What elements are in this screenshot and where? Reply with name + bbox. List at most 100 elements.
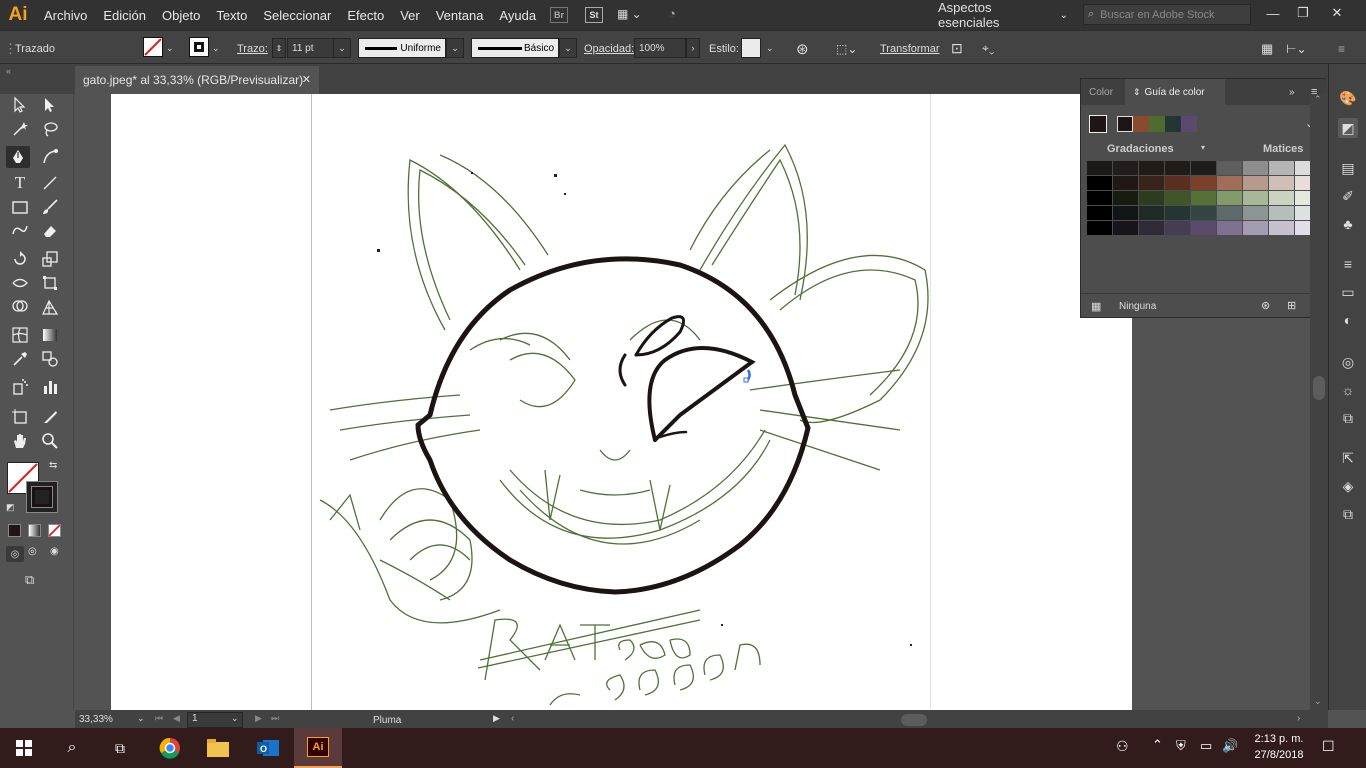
slice-tool-icon[interactable]: [38, 406, 62, 428]
graphic-style-swatch[interactable]: [741, 38, 761, 58]
zoom-level[interactable]: 33,33%: [79, 714, 113, 725]
color-variation-cell[interactable]: [1113, 176, 1138, 190]
gradient-tool-icon[interactable]: [38, 324, 62, 346]
color-variation-cell[interactable]: [1165, 176, 1190, 190]
color-variation-cell[interactable]: [1217, 176, 1242, 190]
color-variation-cell[interactable]: [1139, 176, 1164, 190]
workspace-switcher[interactable]: Aspectos esenciales ⌄: [930, 0, 1068, 30]
color-variations-grid[interactable]: [1087, 161, 1321, 237]
layers-extra-panel-icon[interactable]: ⧉: [1338, 408, 1358, 428]
tab-color[interactable]: Color: [1081, 79, 1125, 105]
color-variation-cell[interactable]: [1113, 161, 1138, 175]
color-variation-cell[interactable]: [1165, 191, 1190, 205]
direct-selection-tool-icon[interactable]: [38, 94, 62, 116]
base-color-swatch[interactable]: [1089, 115, 1107, 133]
color-variation-cell[interactable]: [1269, 176, 1294, 190]
export-panel-icon[interactable]: ⇱: [1338, 448, 1358, 468]
clock[interactable]: 2:13 p. m. 27/8/2018: [1244, 731, 1314, 765]
color-variation-cell[interactable]: [1087, 206, 1112, 220]
arrange-documents-icon[interactable]: ▦ ⌄: [617, 7, 651, 23]
line-segment-tool-icon[interactable]: [38, 172, 62, 194]
scroll-up-icon[interactable]: ⌃: [1314, 94, 1322, 105]
color-variation-cell[interactable]: [1243, 206, 1268, 220]
last-artboard-icon[interactable]: ⏭: [271, 713, 279, 724]
eyedropper-tool-icon[interactable]: [8, 348, 32, 370]
swatches-panel-icon[interactable]: ▤: [1338, 158, 1358, 178]
draw-normal-icon[interactable]: ◎: [6, 546, 24, 562]
symbol-sprayer-tool-icon[interactable]: [8, 376, 32, 398]
scroll-down-icon[interactable]: ⌄: [1314, 696, 1322, 707]
file-explorer-icon[interactable]: [194, 728, 242, 768]
draw-behind-icon[interactable]: ◎: [28, 546, 37, 557]
volume-icon[interactable]: 🔊: [1222, 738, 1238, 754]
opacity-label[interactable]: Opacidad:: [584, 39, 634, 58]
color-variation-cell[interactable]: [1217, 221, 1242, 235]
color-variation-cell[interactable]: [1243, 221, 1268, 235]
recolor-artwork-icon[interactable]: ⊛: [796, 39, 809, 58]
color-variation-cell[interactable]: [1269, 221, 1294, 235]
selection-tool-icon[interactable]: [8, 94, 32, 116]
menu-ver[interactable]: Ver: [392, 8, 428, 23]
stroke-panel-icon[interactable]: ≡: [1338, 254, 1358, 274]
artboards-panel-icon[interactable]: ⧉: [1338, 504, 1358, 524]
isolate-icon[interactable]: ⊡: [951, 39, 963, 58]
brush-definition-select[interactable]: Básico: [471, 38, 559, 58]
layers-panel-icon[interactable]: ◈: [1338, 476, 1358, 496]
artboard[interactable]: [111, 94, 1132, 710]
appearance-panel-icon[interactable]: ◎: [1338, 352, 1358, 372]
harmony-swatch[interactable]: [1117, 116, 1133, 132]
shape-builder-tool-icon[interactable]: [8, 296, 32, 318]
shaper-tool-icon[interactable]: [8, 220, 32, 242]
column-graph-tool-icon[interactable]: [38, 376, 62, 398]
pen-tool-icon[interactable]: [6, 146, 30, 168]
color-variation-cell[interactable]: [1243, 176, 1268, 190]
draw-inside-icon[interactable]: ◉: [50, 546, 59, 557]
color-variation-cell[interactable]: [1165, 221, 1190, 235]
color-variation-cell[interactable]: [1139, 191, 1164, 205]
color-variation-cell[interactable]: [1269, 191, 1294, 205]
bridge-icon[interactable]: Br: [550, 7, 568, 23]
task-view-icon[interactable]: ⧉: [96, 728, 144, 768]
profile-chevron-icon[interactable]: ⌄: [446, 38, 464, 58]
gradations-dropdown-icon[interactable]: ▾: [1201, 143, 1205, 152]
harmony-colors[interactable]: [1117, 116, 1201, 134]
perspective-grid-tool-icon[interactable]: [38, 296, 62, 318]
brush-chevron-icon[interactable]: ⌄: [559, 38, 577, 58]
windows-start-icon[interactable]: [0, 728, 48, 768]
stock-search-input[interactable]: ⌕ Buscar en Adobe Stock: [1083, 4, 1251, 25]
color-variation-cell[interactable]: [1087, 221, 1112, 235]
limit-swatches-icon[interactable]: ▦: [1091, 300, 1101, 313]
vertical-scroll-thumb[interactable]: [1313, 376, 1325, 400]
collapse-panel-icon[interactable]: »: [1281, 79, 1301, 105]
graphic-styles-panel-icon[interactable]: ☼: [1338, 380, 1358, 400]
stroke-weight-chevron-icon[interactable]: ⌄: [333, 38, 351, 58]
color-variation-cell[interactable]: [1139, 206, 1164, 220]
stock-icon[interactable]: St: [585, 7, 603, 23]
show-hidden-icons-chevron-icon[interactable]: ⌃: [1152, 737, 1163, 753]
document-tab[interactable]: gato.jpeg* al 33,33% (RGB/Previsualizar)…: [75, 66, 319, 94]
symbols-panel-icon[interactable]: ♣: [1338, 214, 1358, 234]
none-mode-icon[interactable]: [48, 524, 61, 537]
zoom-chevron-icon[interactable]: ⌄: [137, 713, 145, 724]
save-color-group-icon[interactable]: ⊞: [1287, 299, 1296, 312]
color-variation-cell[interactable]: [1113, 206, 1138, 220]
opacity-input[interactable]: 100%: [634, 38, 686, 58]
puppet-warp-icon[interactable]: ⌖⌄: [982, 39, 994, 58]
color-variation-cell[interactable]: [1139, 221, 1164, 235]
arrange-panel-icon[interactable]: ▦: [1261, 39, 1273, 58]
color-variation-cell[interactable]: [1113, 221, 1138, 235]
network-icon[interactable]: ▭: [1200, 738, 1212, 754]
rotate-tool-icon[interactable]: [8, 248, 32, 270]
color-variation-cell[interactable]: [1191, 161, 1216, 175]
stroke-swatch[interactable]: [189, 37, 209, 57]
menu-edicion[interactable]: Edición: [95, 8, 154, 23]
rectangle-tool-icon[interactable]: [8, 196, 32, 218]
scroll-left-icon[interactable]: ‹: [511, 713, 514, 724]
menu-archivo[interactable]: Archivo: [36, 8, 95, 23]
stroke-stepper[interactable]: ⇕: [272, 38, 286, 58]
close-button[interactable]: ✕: [1326, 3, 1348, 23]
menu-objeto[interactable]: Objeto: [154, 8, 208, 23]
harmony-swatch[interactable]: [1165, 116, 1181, 132]
eraser-tool-icon[interactable]: [38, 220, 62, 242]
menu-seleccionar[interactable]: Seleccionar: [255, 8, 339, 23]
